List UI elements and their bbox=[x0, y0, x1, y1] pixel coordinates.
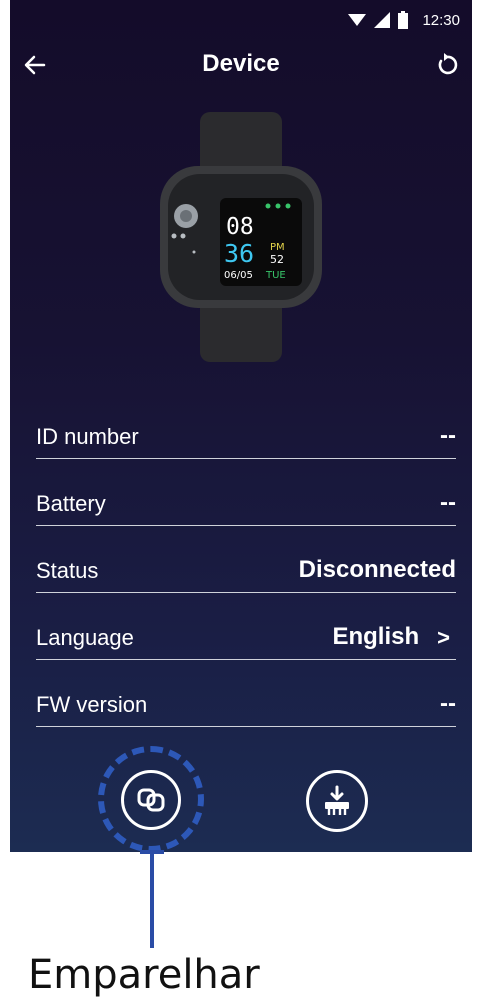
firmware-update-icon bbox=[325, 785, 349, 815]
fw-version-value: -- bbox=[440, 690, 456, 717]
watch-seconds: 52 bbox=[270, 253, 284, 266]
watch-hour: 08 bbox=[226, 214, 254, 240]
id-number-label: ID number bbox=[36, 424, 139, 449]
refresh-icon[interactable] bbox=[434, 52, 460, 78]
row-battery: Battery -- bbox=[36, 459, 456, 526]
device-info-list: ID number -- Battery -- Status Disconnec… bbox=[36, 392, 456, 727]
watch-date: 06/05 bbox=[224, 270, 253, 281]
battery-value: -- bbox=[440, 489, 456, 516]
phone-screen: 12:30 Device 08 36 PM 52 06/05 TUE ID nu… bbox=[10, 0, 472, 852]
id-number-value: -- bbox=[440, 422, 456, 449]
row-id-number: ID number -- bbox=[36, 392, 456, 459]
firmware-update-button[interactable] bbox=[306, 770, 368, 832]
watch-ampm: PM bbox=[270, 242, 285, 253]
fw-version-label: FW version bbox=[36, 692, 148, 717]
battery-icon bbox=[398, 11, 409, 29]
row-status: Status Disconnected bbox=[36, 526, 456, 593]
callout-label: Emparelhar bbox=[28, 952, 260, 998]
row-fw-version: FW version -- bbox=[36, 660, 456, 727]
battery-label: Battery bbox=[36, 491, 106, 516]
language-value-group: English > bbox=[332, 623, 456, 651]
status-label: Status bbox=[36, 558, 99, 583]
page-title: Device bbox=[202, 50, 280, 77]
watch-weekday: TUE bbox=[265, 270, 286, 281]
chevron-right-icon: > bbox=[437, 625, 450, 650]
smartwatch-image: 08 36 PM 52 06/05 TUE bbox=[160, 112, 322, 362]
link-icon bbox=[137, 788, 165, 812]
language-label: Language bbox=[36, 625, 134, 650]
row-language[interactable]: Language English > bbox=[36, 593, 456, 660]
status-bar: 12:30 bbox=[10, 0, 472, 40]
status-time: 12:30 bbox=[422, 11, 460, 29]
callout-line bbox=[150, 852, 154, 948]
wifi-icon bbox=[348, 14, 367, 26]
language-value: English bbox=[332, 623, 420, 650]
signal-icon bbox=[374, 12, 391, 28]
pair-button[interactable] bbox=[121, 770, 181, 830]
app-bar: Device bbox=[10, 40, 472, 90]
status-value: Disconnected bbox=[298, 556, 456, 583]
watch-minute: 36 bbox=[224, 239, 254, 268]
